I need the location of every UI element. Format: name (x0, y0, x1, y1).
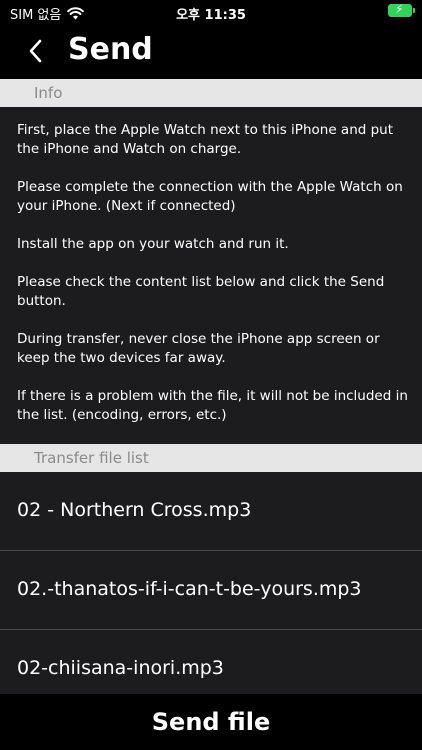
status-bar: SIM 없음 오후 11:35 ⚡ (0, 0, 422, 24)
info-paragraph: During transfer, never close the iPhone … (17, 331, 380, 366)
send-file-button[interactable]: Send file (0, 694, 422, 750)
info-paragraph: First, place the Apple Watch next to thi… (17, 122, 394, 157)
back-button[interactable] (22, 34, 52, 68)
bolt-icon: ⚡ (395, 2, 404, 16)
battery-charging-icon: ⚡ (388, 2, 415, 17)
info-paragraph: Please complete the connection with the … (17, 179, 403, 214)
info-paragraph: Install the app on your watch and run it… (17, 236, 289, 252)
list-item[interactable]: 02 - Northern Cross.mp3 (0, 472, 422, 551)
bottom-bar: Send file (0, 694, 422, 750)
chevron-left-icon (29, 39, 42, 63)
info-section-header: Info (0, 79, 422, 107)
file-list[interactable]: 02 - Northern Cross.mp3 02.-thanatos-if-… (0, 472, 422, 694)
status-right: ⚡ (388, 2, 415, 17)
page-title: Send (68, 32, 153, 67)
status-time: 오후 11:35 (176, 8, 246, 23)
list-item[interactable]: 02-chiisana-inori.mp3 (0, 630, 422, 694)
list-item[interactable]: 02.-thanatos-if-i-can-t-be-yours.mp3 (0, 551, 422, 630)
info-body: First, place the Apple Watch next to thi… (0, 107, 422, 444)
info-paragraph: Please check the content list below and … (17, 274, 385, 309)
info-paragraph: If there is a problem with the file, it … (17, 388, 408, 423)
transfer-section-header: Transfer file list (0, 444, 422, 472)
nav-bar: Send (0, 24, 422, 79)
